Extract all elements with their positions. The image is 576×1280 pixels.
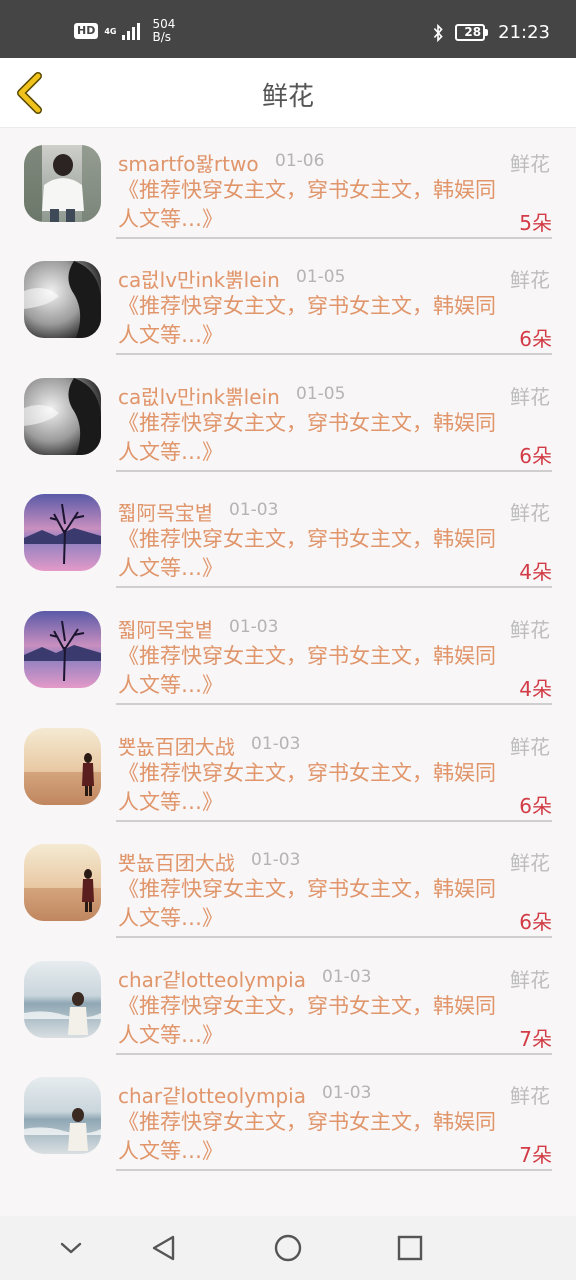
- flower-count: 6朵: [519, 443, 552, 468]
- book-title[interactable]: 《推荐快穿女主文，穿书女主文，韩娱同人文等…》: [118, 409, 503, 467]
- gift-type: 鲜花: [510, 1084, 550, 1109]
- user-name[interactable]: 뿃뇺百团大战: [118, 847, 235, 876]
- user-name[interactable]: ca럾lv만ink뿕lein: [118, 381, 280, 410]
- date: 01-03: [322, 1083, 372, 1104]
- book-title[interactable]: 《推荐快穿女主文，穿书女主文，韩娱同人文等…》: [118, 642, 503, 700]
- collapse-chevron-icon[interactable]: [55, 1232, 87, 1264]
- user-name[interactable]: smartfo뫓rtwo: [118, 148, 259, 177]
- gift-type: 鲜花: [510, 967, 550, 992]
- avatar[interactable]: [24, 960, 101, 1038]
- list-item[interactable]: smartfo뫓rtwo01-06鲜花《推荐快穿女主文，穿书女主文，韩娱同人文等…: [0, 128, 576, 139]
- divider: [116, 586, 552, 589]
- gift-type: 鲜花: [510, 384, 550, 409]
- list-item[interactable]: ca럾lv만ink뿕lein 01-05 鲜花 《推荐快穿女主文，穿书女主文，韩娱同人…: [0, 255, 576, 372]
- gift-type: 鲜花: [510, 151, 550, 176]
- divider: [116, 936, 552, 939]
- flower-count: 6朵: [519, 793, 552, 818]
- book-title[interactable]: 《推荐快穿女主文，穿书女主文，韩娱同人文等…》: [118, 759, 503, 817]
- list-item[interactable]: ca럾lv만ink뿕lein 01-05 鲜花 《推荐快穿女主文，穿书女主文，韩娱同人…: [0, 372, 576, 489]
- list-item[interactable]: 뿃뇺百团大战 01-03 鲜花 《推荐快穿女主文，穿书女主文，韩娱同人文等…》 6朵: [0, 838, 576, 955]
- flower-count: 6朵: [519, 327, 552, 352]
- avatar[interactable]: [24, 261, 101, 339]
- list-item[interactable]: 쭯阿목宝볕 01-03 鲜花 《推荐快穿女主文，穿书女主文，韩娱同人文等…》 4朵: [0, 488, 576, 605]
- date: 01-03: [322, 966, 372, 987]
- divider: [116, 819, 552, 822]
- page-title: 鲜花: [261, 82, 314, 112]
- flower-count: 4朵: [519, 676, 552, 701]
- date: 01-06: [275, 150, 325, 171]
- status-bar: HD 4G 504 B/s 28 21:23: [0, 0, 576, 58]
- divider: [116, 469, 552, 472]
- flower-count: 4朵: [519, 560, 552, 585]
- book-title[interactable]: 《推荐快穿女主文，穿书女主文，韩娱同人文等…》: [118, 992, 503, 1050]
- list-item[interactable]: char걑lotteolympia 01-03 鲜花 《推荐快穿女主文，穿书女主文，韩…: [0, 955, 576, 1072]
- home-circle-icon[interactable]: [272, 1232, 304, 1264]
- gift-type: 鲜花: [510, 734, 550, 759]
- date: 01-03: [229, 616, 279, 637]
- book-title[interactable]: 《推荐快穿女主文，穿书女主文，韩娱同人文等…》: [118, 525, 503, 583]
- signal-icon: [122, 22, 141, 40]
- gift-type: 鲜花: [510, 617, 550, 642]
- bluetooth-icon: [433, 23, 443, 42]
- user-name[interactable]: ca럾lv만ink뿕lein: [118, 264, 280, 293]
- gift-type: 鲜花: [510, 851, 550, 876]
- flower-count: 6朵: [519, 910, 552, 935]
- gift-type: 鲜花: [510, 268, 550, 293]
- user-name[interactable]: char걑lotteolympia: [118, 1080, 306, 1109]
- date: 01-03: [251, 850, 301, 871]
- divider: [116, 1052, 552, 1055]
- date: 01-03: [229, 500, 279, 521]
- divider: [116, 1169, 552, 1172]
- divider: [116, 236, 552, 239]
- avatar[interactable]: [24, 144, 101, 222]
- avatar[interactable]: [24, 377, 101, 455]
- avatar[interactable]: [24, 494, 101, 572]
- list-item[interactable]: smartfo뫓rtwo 01-06 鲜花《推荐快穿女主文，穿书女主文，韩娱同人文等…: [0, 139, 576, 256]
- hd-badge: HD: [74, 23, 99, 39]
- recents-square-icon[interactable]: [394, 1232, 426, 1264]
- book-title[interactable]: 《推荐快穿女主文，穿书女主文，韩娱同人文等…》: [118, 176, 503, 234]
- book-title[interactable]: 《推荐快穿女主文，穿书女主文，韩娱同人文等…》: [118, 875, 503, 933]
- flower-count: 7朵: [519, 1143, 552, 1168]
- system-navigation-bar: [0, 1216, 576, 1280]
- user-name[interactable]: char걑lotteolympia: [118, 964, 306, 993]
- network-speed: 504 B/s: [152, 17, 176, 44]
- avatar[interactable]: [24, 610, 101, 688]
- user-name[interactable]: 쭯阿목宝볕: [118, 614, 213, 643]
- divider: [116, 353, 552, 356]
- user-name[interactable]: 뿃뇺百团大战: [118, 731, 235, 760]
- avatar[interactable]: [24, 727, 101, 805]
- battery-icon: 28: [455, 24, 489, 41]
- battery-level: 28: [455, 24, 486, 41]
- date: 01-05: [296, 267, 346, 288]
- network-type: 4G: [104, 26, 117, 36]
- list-item[interactable]: 뿃뇺百团大战 01-03 鲜花 《推荐快穿女主文，穿书女主文，韩娱同人文等…》 6朵: [0, 722, 576, 839]
- book-title[interactable]: 《推荐快穿女主文，穿书女主文，韩娱同人文等…》: [118, 1108, 503, 1166]
- gift-list[interactable]: smartfo뫓rtwo 01-06 鲜花 《推荐快穿女主文，穿书女主文，韩娱同人文等…: [0, 128, 576, 1216]
- book-title[interactable]: 《推荐快穿女主文，穿书女主文，韩娱同人文等…》: [118, 292, 503, 350]
- gift-type: 鲜花: [510, 501, 550, 526]
- user-name[interactable]: 쭯阿목宝볕: [118, 497, 213, 526]
- avatar[interactable]: [24, 844, 101, 922]
- flower-count: 5朵: [519, 210, 552, 235]
- date: 01-03: [251, 733, 301, 754]
- divider: [116, 702, 552, 705]
- header: 鲜花: [0, 58, 576, 128]
- date: 01-05: [296, 383, 346, 404]
- list-item[interactable]: char걑lotteolympia 01-03 鲜花 《推荐快穿女主文，穿书女主文，韩…: [0, 1071, 576, 1188]
- list-item[interactable]: 쭯阿목宝볕 01-03 鲜花 《推荐快穿女主文，穿书女主文，韩娱同人文等…》 4朵: [0, 605, 576, 722]
- avatar[interactable]: [24, 1077, 101, 1155]
- clock: 21:23: [498, 22, 550, 43]
- flower-count: 7朵: [519, 1026, 552, 1051]
- back-triangle-icon[interactable]: [148, 1232, 180, 1264]
